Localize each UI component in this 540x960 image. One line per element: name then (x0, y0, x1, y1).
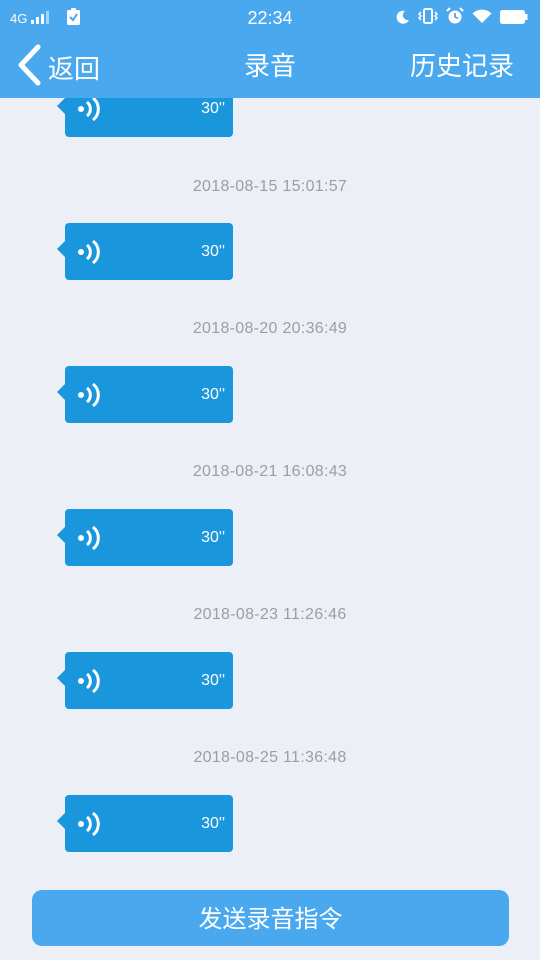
voice-duration: 30'' (201, 815, 225, 832)
voice-icon (75, 237, 105, 267)
message-timestamp: 2018-08-21 16:08:43 (192, 463, 348, 480)
voice-icon (75, 666, 105, 696)
voice-duration: 30'' (201, 672, 225, 689)
battery-icon (500, 9, 528, 28)
nav-bar: 返回 录音 历史记录 (0, 36, 540, 98)
voice-message-bubble[interactable]: 30'' (57, 366, 233, 423)
voice-icon (75, 380, 105, 410)
moon-icon (396, 9, 410, 28)
recording-list[interactable]: 30'' 2018-08-15 15:01:57 30'' 2018-08-20… (0, 98, 540, 882)
message-timestamp: 2018-08-23 11:26:46 (193, 606, 347, 623)
voice-message-bubble[interactable]: 30'' (57, 223, 233, 280)
vibrate-icon (417, 8, 439, 28)
status-bar: 4G 22:34 (0, 0, 540, 36)
voice-duration: 30'' (201, 386, 225, 403)
voice-duration: 30'' (201, 243, 225, 260)
voice-icon (75, 98, 105, 124)
message-timestamp: 2018-08-15 15:01:57 (192, 178, 348, 195)
voice-message-bubble[interactable]: 30'' (57, 509, 233, 566)
voice-duration: 30'' (201, 529, 225, 546)
voice-message-bubble[interactable]: 30'' (57, 652, 233, 709)
voice-duration: 30'' (201, 100, 225, 117)
voice-icon (75, 523, 105, 553)
voice-icon (75, 809, 105, 839)
history-button[interactable]: 历史记录 (410, 36, 514, 98)
voice-message-bubble[interactable]: 30'' (57, 98, 233, 137)
message-timestamp: 2018-08-25 11:36:48 (193, 749, 347, 766)
send-recording-command-button[interactable]: 发送录音指令 (32, 890, 509, 946)
wifi-icon (472, 9, 492, 28)
status-right (396, 0, 528, 36)
alarm-icon (446, 7, 464, 29)
message-timestamp: 2018-08-20 20:36:49 (192, 320, 348, 337)
voice-message-bubble[interactable]: 30'' (57, 795, 233, 852)
